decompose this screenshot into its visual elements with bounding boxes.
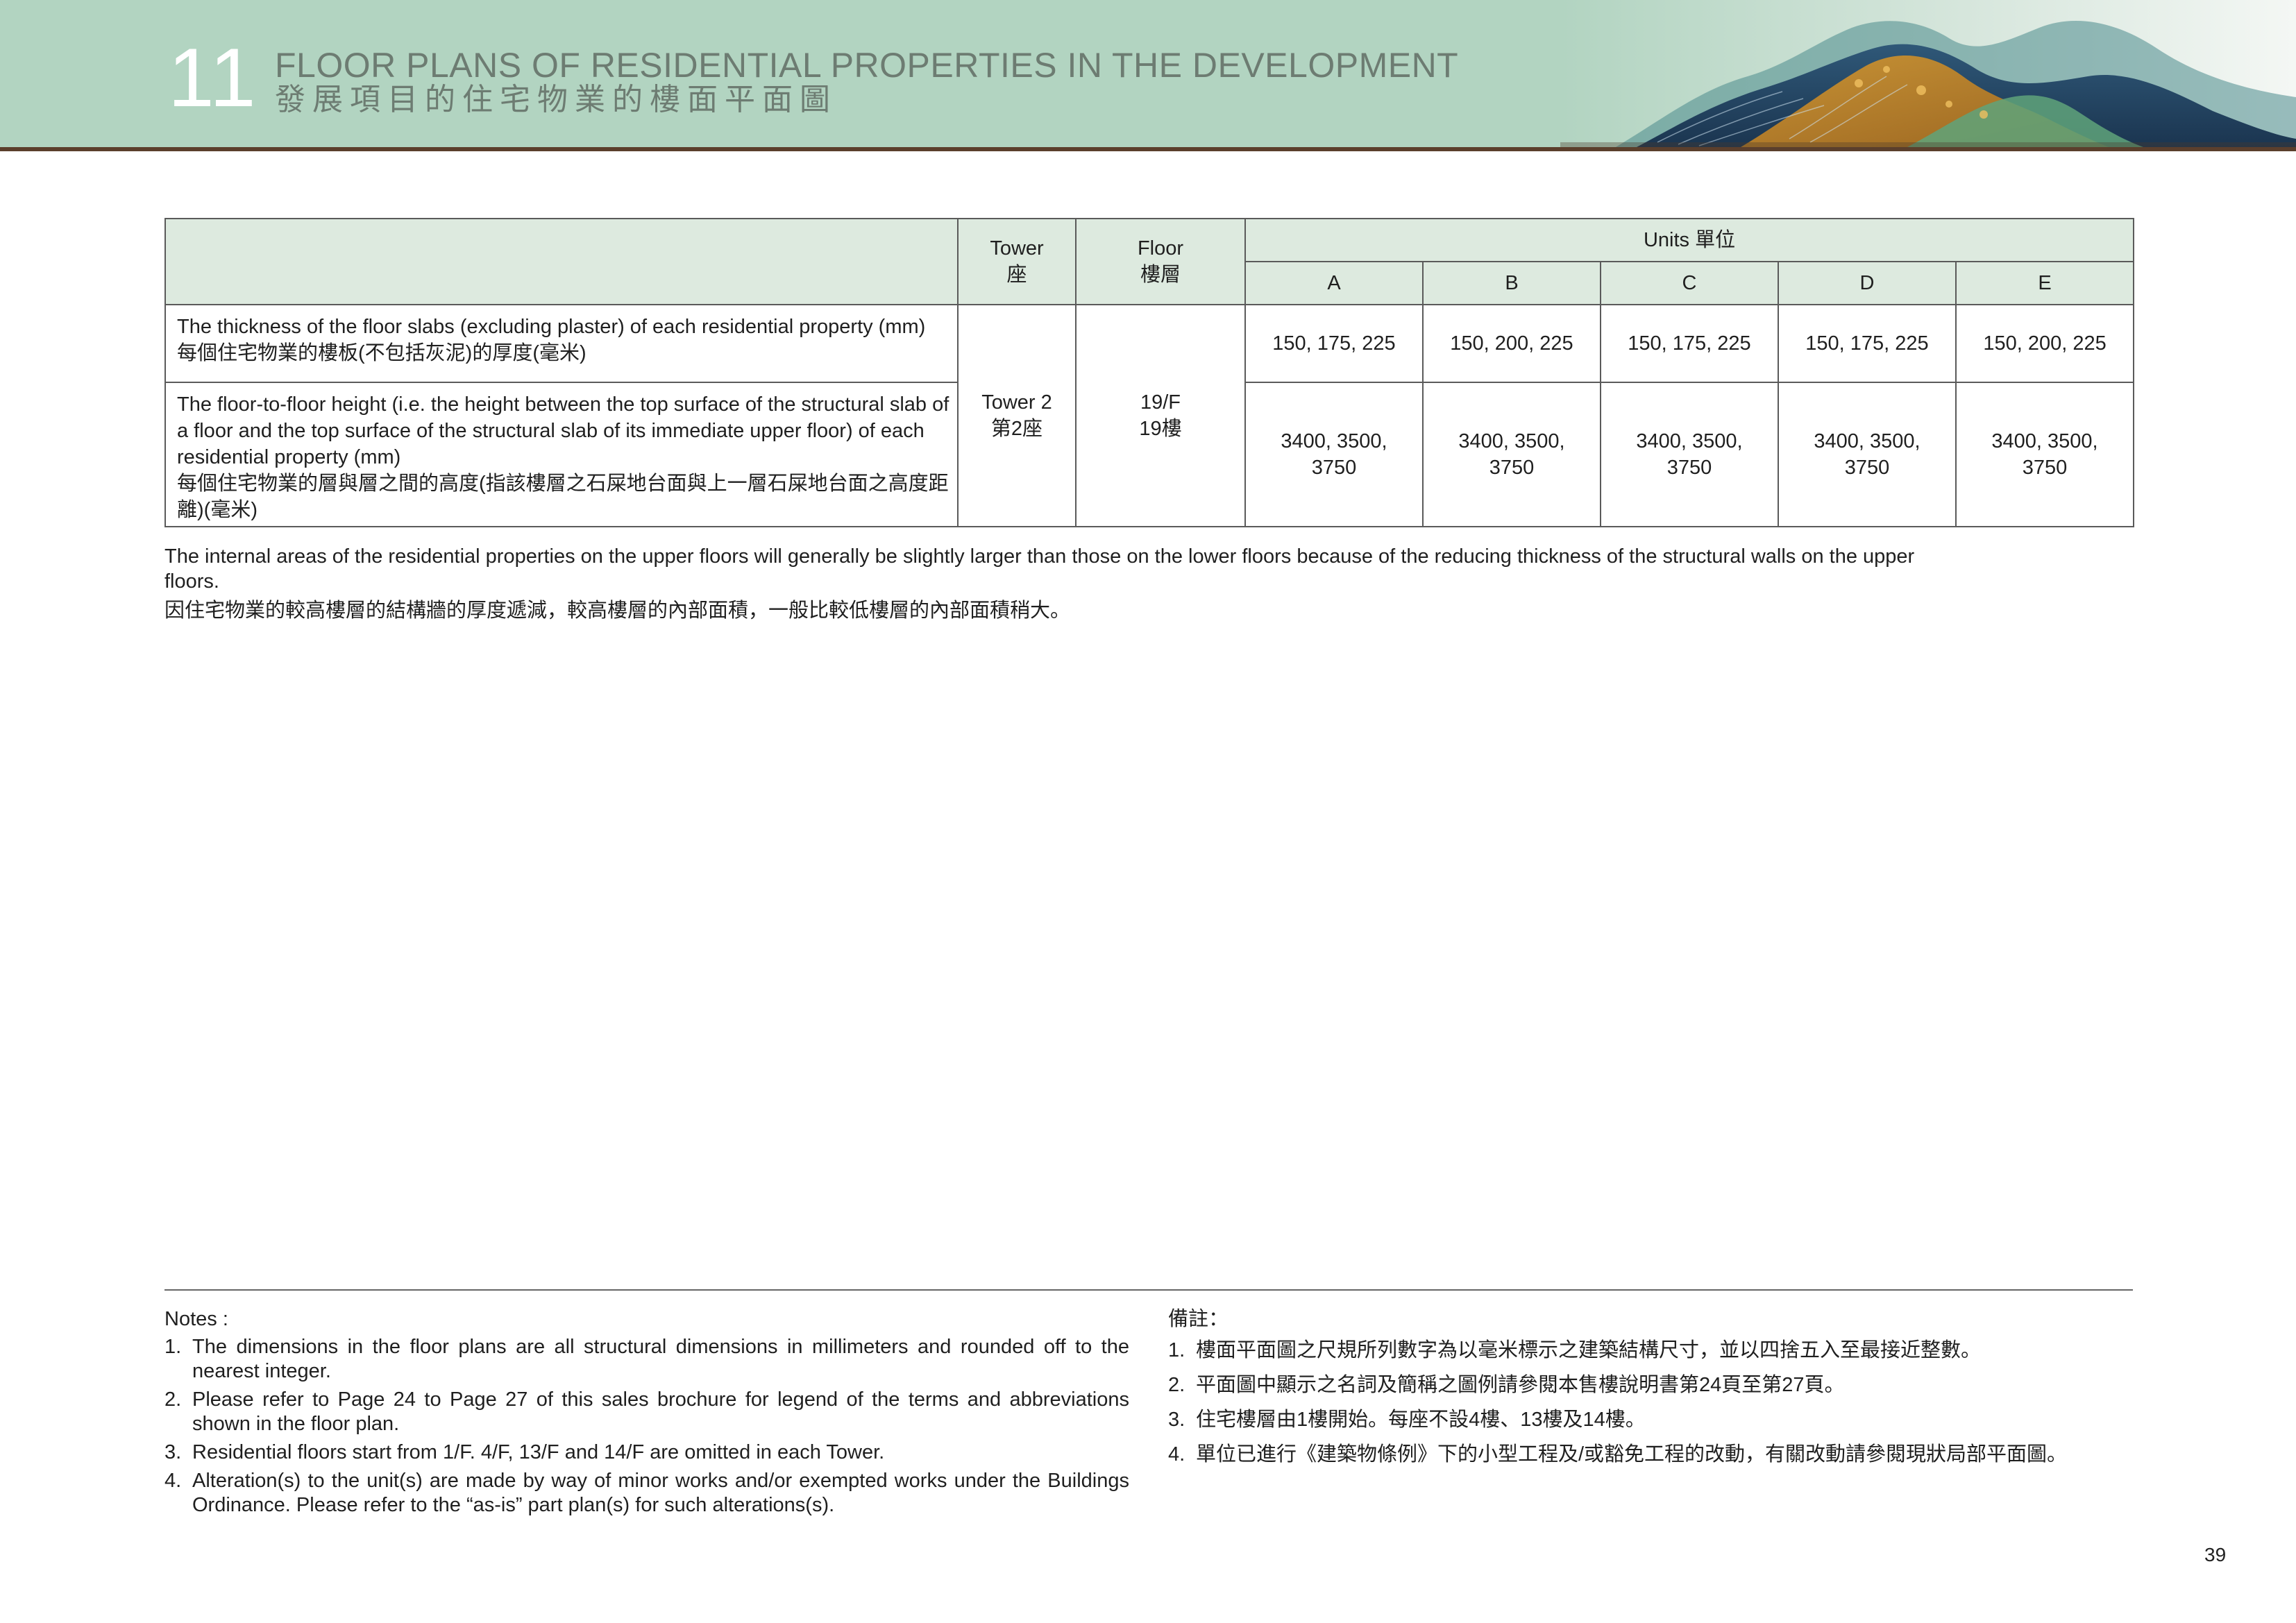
height-value-d: 3400, 3500, 3750	[1778, 382, 1957, 527]
height-value-c-text: 3400, 3500, 3750	[1636, 430, 1743, 479]
page-title-en: FLOOR PLANS OF RESIDENTIAL PROPERTIES IN…	[275, 46, 1459, 85]
tower-header-zh: 座	[1006, 264, 1027, 286]
note-text: The dimensions in the floor plans are al…	[192, 1336, 1129, 1382]
page-number: 39	[2204, 1544, 2227, 1565]
table-row: The thickness of the floor slabs (exclud…	[164, 304, 2135, 527]
floor-cell: 19/F 19樓	[1075, 304, 1246, 527]
list-item: 2. Please refer to Page 24 to Page 27 of …	[164, 1388, 1129, 1436]
list-item: 1. The dimensions in the floor plans are …	[164, 1335, 1129, 1384]
note-text: 平面圖中顯示之名詞及簡稱之圖例請參閱本售樓說明書第24頁至第27頁。	[1196, 1374, 1845, 1396]
note-number: 2.	[164, 1388, 182, 1411]
mountain-artwork	[1560, 0, 2296, 147]
tower-cell-en: Tower 2	[981, 391, 1052, 414]
header-rule	[0, 147, 2296, 151]
tower-header-en: Tower	[990, 237, 1044, 260]
notes-list-zh: 1. 樓面平面圖之尺規所列數字為以毫米標示之建築結構尺寸，並以四捨五入至最接近整數…	[1168, 1335, 2133, 1474]
note-number: 4.	[164, 1470, 182, 1492]
height-value-e: 3400, 3500, 3750	[1955, 382, 2135, 527]
slab-value-e: 150, 200, 225	[1955, 304, 2135, 383]
list-item: 1. 樓面平面圖之尺規所列數字為以毫米標示之建築結構尺寸，並以四捨五入至最接近整數…	[1168, 1335, 2133, 1366]
notes-list-en: 1. The dimensions in the floor plans are …	[164, 1335, 1129, 1522]
list-item: 4. Alteration(s) to the unit(s) are made …	[164, 1469, 1129, 1518]
note-text: Alteration(s) to the unit(s) are made by…	[192, 1470, 1129, 1516]
floor-height-desc: The floor-to-floor height (i.e. the heig…	[164, 382, 959, 527]
floor-cell-zh: 19樓	[1139, 418, 1182, 440]
height-value-b: 3400, 3500, 3750	[1422, 382, 1601, 527]
header-band: 11 FLOOR PLANS OF RESIDENTIAL PROPERTIES…	[0, 0, 2296, 147]
tower-cell: Tower 2 第2座	[957, 304, 1077, 527]
height-value-a: 3400, 3500, 3750	[1244, 382, 1424, 527]
height-value-c: 3400, 3500, 3750	[1600, 382, 1779, 527]
unit-header-d: D	[1778, 261, 1957, 305]
notes-heading-zh: 備註：	[1168, 1308, 1229, 1330]
slab-thickness-desc-en: The thickness of the floor slabs (exclud…	[177, 316, 926, 338]
unit-header-a: A	[1244, 261, 1424, 305]
floor-cell-en: 19/F	[1140, 391, 1181, 414]
list-item: 3. Residential floors start from 1/F. 4/F…	[164, 1441, 1129, 1465]
note-number: 1.	[1168, 1339, 1185, 1361]
slab-thickness-desc-zh: 每個住宅物業的樓板(不包括灰泥)的厚度(毫米)	[177, 342, 586, 364]
unit-header-b: B	[1422, 261, 1601, 305]
note-text: Residential floors start from 1/F. 4/F, …	[192, 1441, 885, 1463]
floor-specs-table: Tower 座 Floor 樓層 Units 單位 A B C D E The …	[164, 218, 2135, 527]
slab-value-b: 150, 200, 225	[1422, 304, 1601, 383]
unit-header-e: E	[1955, 261, 2135, 305]
remark-en: The internal areas of the residential pr…	[164, 545, 1915, 593]
note-number: 2.	[1168, 1374, 1185, 1396]
tower-header: Tower 座	[957, 218, 1077, 305]
slab-value-d: 150, 175, 225	[1778, 304, 1957, 383]
section-number: 11	[168, 31, 258, 124]
slab-thickness-desc: The thickness of the floor slabs (exclud…	[164, 304, 959, 383]
note-text: 樓面平面圖之尺規所列數字為以毫米標示之建築結構尺寸，並以四捨五入至最接近整數。	[1196, 1339, 1982, 1361]
note-number: 4.	[1168, 1443, 1185, 1465]
height-value-d-text: 3400, 3500, 3750	[1814, 430, 1921, 479]
note-number: 3.	[164, 1441, 182, 1463]
height-value-b-text: 3400, 3500, 3750	[1458, 430, 1565, 479]
table-corner-cell	[164, 218, 959, 305]
unit-header-c: C	[1600, 261, 1779, 305]
note-text: Please refer to Page 24 to Page 27 of th…	[192, 1388, 1129, 1435]
tower-cell-zh: 第2座	[990, 418, 1043, 440]
note-number: 1.	[164, 1336, 182, 1358]
floor-height-desc-zh: 每個住宅物業的層與層之間的高度(指該樓層之石屎地台面與上一層石屎地台面之高度距離…	[177, 473, 949, 521]
note-number: 3.	[1168, 1409, 1185, 1431]
floor-height-desc-en: The floor-to-floor height (i.e. the heig…	[177, 393, 949, 468]
note-text: 單位已進行《建築物條例》下的小型工程及/或豁免工程的改動，有關改動請參閱現狀局部…	[1196, 1443, 2068, 1465]
height-value-a-text: 3400, 3500, 3750	[1281, 430, 1387, 479]
slab-value-c: 150, 175, 225	[1600, 304, 1779, 383]
list-item: 4. 單位已進行《建築物條例》下的小型工程及/或豁免工程的改動，有關改動請參閱現狀…	[1168, 1439, 2133, 1470]
notes-heading-en: Notes :	[164, 1308, 228, 1330]
floor-header-en: Floor	[1137, 237, 1184, 260]
units-header: Units 單位	[1244, 218, 2135, 262]
remark-zh: 因住宅物業的較高樓層的結構牆的厚度遞減，較高樓層的內部面積，一般比較低樓層的內部…	[164, 600, 1071, 622]
page-title-zh: 發展項目的住宅物業的樓面平面圖	[275, 83, 837, 117]
floor-header-zh: 樓層	[1140, 264, 1181, 286]
slab-value-a: 150, 175, 225	[1244, 304, 1424, 383]
note-text: 住宅樓層由1樓開始。每座不設4樓、13樓及14樓。	[1196, 1409, 1646, 1431]
floor-header: Floor 樓層	[1075, 218, 1246, 305]
notes-divider	[164, 1289, 2133, 1291]
height-value-e-text: 3400, 3500, 3750	[1991, 430, 2098, 479]
list-item: 2. 平面圖中顯示之名詞及簡稱之圖例請參閱本售樓說明書第24頁至第27頁。	[1168, 1370, 2133, 1400]
list-item: 3. 住宅樓層由1樓開始。每座不設4樓、13樓及14樓。	[1168, 1404, 2133, 1435]
